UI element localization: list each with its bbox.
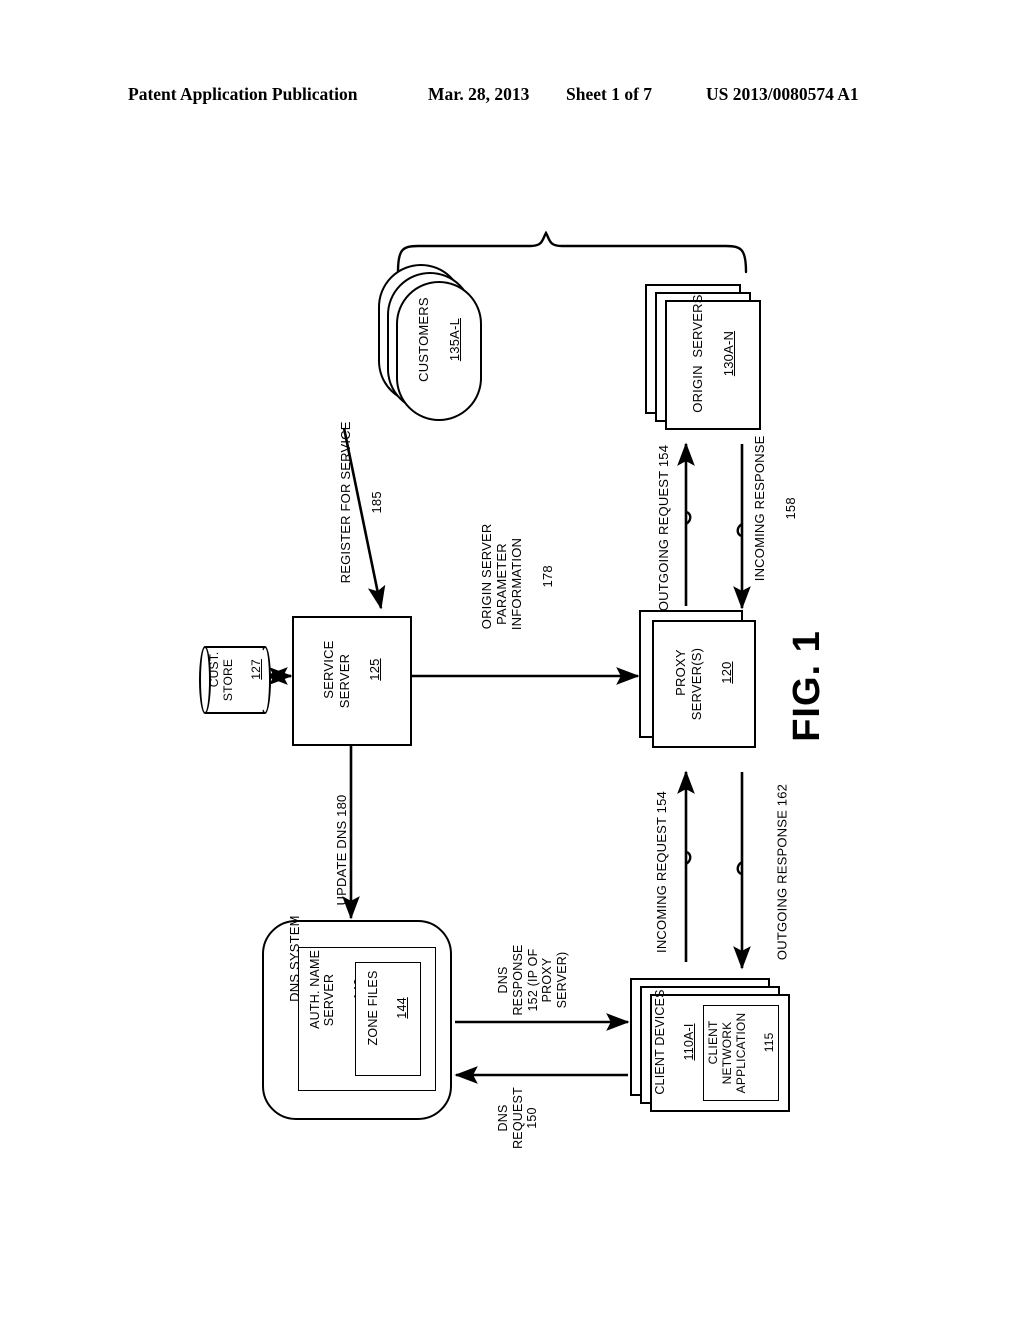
dns-response-label: DNS RESPONSE 152 (IP OF PROXY SERVER) [496,925,569,1035]
customers-label-wrap: CUSTOMERS 135A-L [369,297,509,394]
outgoing-response-text: OUTGOING RESPONSE 162 [774,783,790,961]
squiggle-outgoing-response [736,860,743,876]
cust-store-title: CUST. STORE [206,651,235,702]
incoming-request-text: INCOMING REQUEST 154 [654,791,670,953]
customers-ref: 135A-L [446,318,462,362]
client-network-application-ref: 115 [762,1032,777,1053]
register-for-service-text: REGISTER FOR SERVICE [338,421,354,584]
origin-servers-label-wrap: ORIGIN SERVERS 130A-N [648,294,778,413]
incoming-response-ref: 158 [782,497,798,520]
publication-date: Mar. 28, 2013 [428,84,530,104]
register-for-service-ref: 185 [368,491,384,514]
service-server-ref: 125 [367,658,383,681]
proxy-servers-title: PROXY SERVER(S) [673,647,704,721]
origin-servers-ref: 130A-N [720,330,736,377]
cust-store-label-wrap: CUST. STORE 127 [201,644,269,716]
origin-servers-title: ORIGIN SERVERS [690,294,705,413]
zone-files-ref: 144 [395,997,410,1019]
outgoing-response-label: OUTGOING RESPONSE 162 [773,784,793,960]
dns-request-text: DNS REQUEST 150 [495,1087,540,1149]
page-header: Patent Application Publication Mar. 28, … [0,84,1024,114]
outgoing-request-text: OUTGOING REQUEST 154 [656,444,672,612]
origin-server-parameter-information-label: ORIGIN SERVER PARAMETER INFORMATION 178 [479,519,555,649]
client-devices-label-wrap: CLIENT DEVICES 110A-I [653,989,697,1108]
client-network-application-label-wrap: CLIENT NETWORK APPLICATION 115 [693,1012,789,1094]
origin-server-parameter-information-text: ORIGIN SERVER PARAMETER INFORMATION [478,523,525,631]
publication-title: Patent Application Publication [128,84,358,104]
update-dns-text: UPDATE DNS 180 [334,794,350,906]
squiggle-incoming-request [685,850,692,866]
service-server-label-wrap: SERVICE SERVER 125 [287,621,417,741]
squiggle-outgoing-request [685,510,692,526]
register-for-service-label: REGISTER FOR SERVICE 185 [338,421,384,595]
brace-top [396,230,748,274]
incoming-response-label: INCOMING RESPONSE 158 [752,436,798,591]
client-devices-title: CLIENT DEVICES [652,989,667,1095]
origin-server-parameter-information-ref: 178 [540,565,555,588]
proxy-servers-label-wrap: PROXY SERVER(S) 120 [640,632,768,736]
incoming-response-text: INCOMING RESPONSE [752,435,768,582]
cust-store-ref: 127 [249,659,264,680]
dns-request-label: DNS REQUEST 150 [496,1070,540,1166]
dns-response-text: DNS RESPONSE 152 (IP OF PROXY SERVER) [496,944,570,1016]
customers-title: CUSTOMERS [416,297,431,382]
zone-files-title: ZONE FILES [365,970,380,1046]
service-server-title: SERVICE SERVER [321,640,352,709]
outgoing-request-label: OUTGOING REQUEST 154 [654,444,674,612]
patent-number: US 2013/0080574 A1 [706,84,859,104]
update-dns-label: UPDATE DNS 180 [332,780,352,920]
client-network-application-title: CLIENT NETWORK APPLICATION [705,1012,748,1094]
sheet-number: Sheet 1 of 7 [566,84,653,104]
incoming-request-label: INCOMING REQUEST 154 [652,791,672,953]
zone-files-label-wrap: ZONE FILES 144 [331,971,445,1052]
proxy-servers-ref: 120 [719,661,735,684]
figure-label: FIG. 1 [785,630,828,742]
